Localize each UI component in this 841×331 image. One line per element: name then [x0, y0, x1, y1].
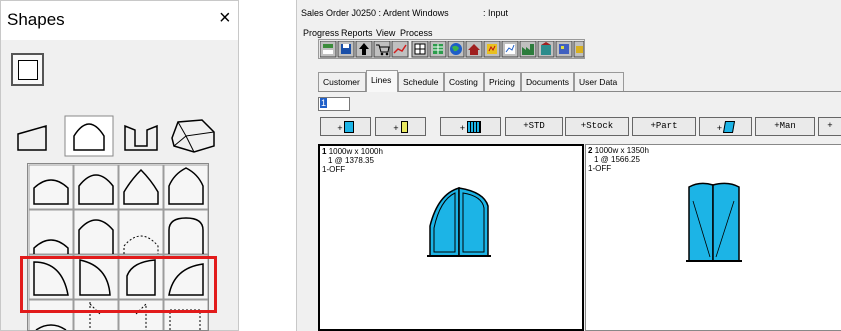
close-icon[interactable]: × — [219, 7, 231, 30]
grid-icon — [467, 121, 482, 133]
add-stock-button[interactable]: +Stock — [565, 117, 629, 136]
save-icon[interactable] — [337, 41, 355, 58]
tab-schedule[interactable]: Schedule — [398, 72, 444, 91]
shapes-title: Shapes — [7, 10, 65, 29]
menu-reports[interactable]: Reports — [341, 28, 373, 38]
line-2-size: 1000w x 1350h — [594, 146, 649, 155]
line-1-header: 1 1000w x 1000h — [322, 147, 383, 156]
line-1-size: 1000w x 1000h — [328, 147, 383, 156]
menu-process[interactable]: Process — [400, 28, 433, 38]
line-panel-2[interactable]: 2 1000w x 1350h 1 @ 1566.25 1-OFF — [585, 144, 841, 331]
tab-pricing[interactable]: Pricing — [484, 72, 521, 91]
rectangle-shape-button[interactable] — [11, 53, 44, 86]
add-window-label: + — [337, 124, 343, 134]
add-more-button[interactable]: + — [818, 117, 841, 136]
shape-rounded-top[interactable] — [163, 209, 208, 255]
home-icon[interactable] — [465, 41, 483, 58]
add-std-button[interactable]: +STD — [505, 117, 563, 136]
line-2-code: 1-OFF — [588, 164, 612, 173]
tab-costing[interactable]: Costing — [444, 72, 484, 91]
glass-icon — [723, 121, 736, 133]
menu-progress[interactable]: Progress — [303, 28, 339, 38]
folder-icon[interactable] — [573, 41, 584, 58]
shape-pointed-arch[interactable] — [163, 164, 208, 210]
line-number-value: 1 — [320, 98, 328, 108]
menu-view[interactable]: View — [376, 28, 395, 38]
window-drawing-2 — [686, 182, 742, 262]
building-icon[interactable] — [537, 41, 555, 58]
shape-gothic-arch[interactable] — [118, 164, 164, 210]
line-2-qty: 1 @ 1566.25 — [594, 155, 640, 164]
cart-icon[interactable] — [373, 41, 391, 58]
line-panel-1[interactable]: 1 1000w x 1000h 1 @ 1378.35 1-OFF — [318, 144, 584, 331]
gallery-icon[interactable] — [555, 41, 573, 58]
window-title: Sales Order J0250 : Ardent Windows — [301, 8, 449, 18]
shape-segmental-arch[interactable] — [28, 164, 74, 210]
toolbar-icons — [320, 41, 584, 58]
calculator-icon[interactable] — [320, 41, 337, 58]
add-grid-label: + — [459, 124, 466, 134]
shape-dotted-arch[interactable] — [118, 209, 164, 255]
add-glass-button[interactable]: + — [699, 117, 752, 136]
selection-highlight — [20, 256, 217, 313]
factory-icon[interactable] — [519, 41, 537, 58]
line-1-qty: 1 @ 1378.35 — [328, 156, 374, 165]
tab-user-data[interactable]: User Data — [574, 72, 624, 91]
shape-low-arch[interactable] — [28, 209, 74, 255]
table-icon[interactable] — [411, 41, 429, 58]
chart-icon[interactable] — [391, 41, 409, 58]
tab-lines[interactable]: Lines — [366, 70, 398, 92]
rectangle-icon — [18, 60, 38, 80]
add-part-button[interactable]: +Part — [632, 117, 696, 136]
globe-icon[interactable] — [447, 41, 465, 58]
door-icon — [400, 121, 408, 133]
add-window-button[interactable]: + — [320, 117, 371, 136]
graph-icon[interactable] — [501, 41, 519, 58]
calendar-icon[interactable] — [429, 41, 447, 58]
mode-label: : Input — [483, 8, 509, 18]
add-door-label: + — [393, 124, 399, 134]
add-glass-label: + — [716, 124, 723, 134]
window-drawing-1 — [427, 187, 491, 257]
line-number-input[interactable]: 1 — [318, 97, 350, 111]
shape-round-arch[interactable] — [73, 164, 119, 210]
line-1-code: 1-OFF — [322, 165, 346, 174]
add-grid-button[interactable]: + — [440, 117, 501, 136]
line-2-number: 2 — [588, 146, 593, 155]
shape-tall-round-arch[interactable] — [73, 209, 119, 255]
report-icon[interactable] — [483, 41, 501, 58]
upload-icon[interactable] — [355, 41, 373, 58]
shape-category-tabs — [10, 112, 225, 158]
window-icon — [343, 121, 354, 133]
add-door-button[interactable]: + — [375, 117, 426, 136]
add-man-button[interactable]: +Man — [755, 117, 815, 136]
tab-customer[interactable]: Customer — [318, 72, 366, 91]
line-1-number: 1 — [322, 147, 327, 156]
line-2-header: 2 1000w x 1350h — [588, 146, 649, 155]
tab-documents[interactable]: Documents — [521, 72, 574, 91]
